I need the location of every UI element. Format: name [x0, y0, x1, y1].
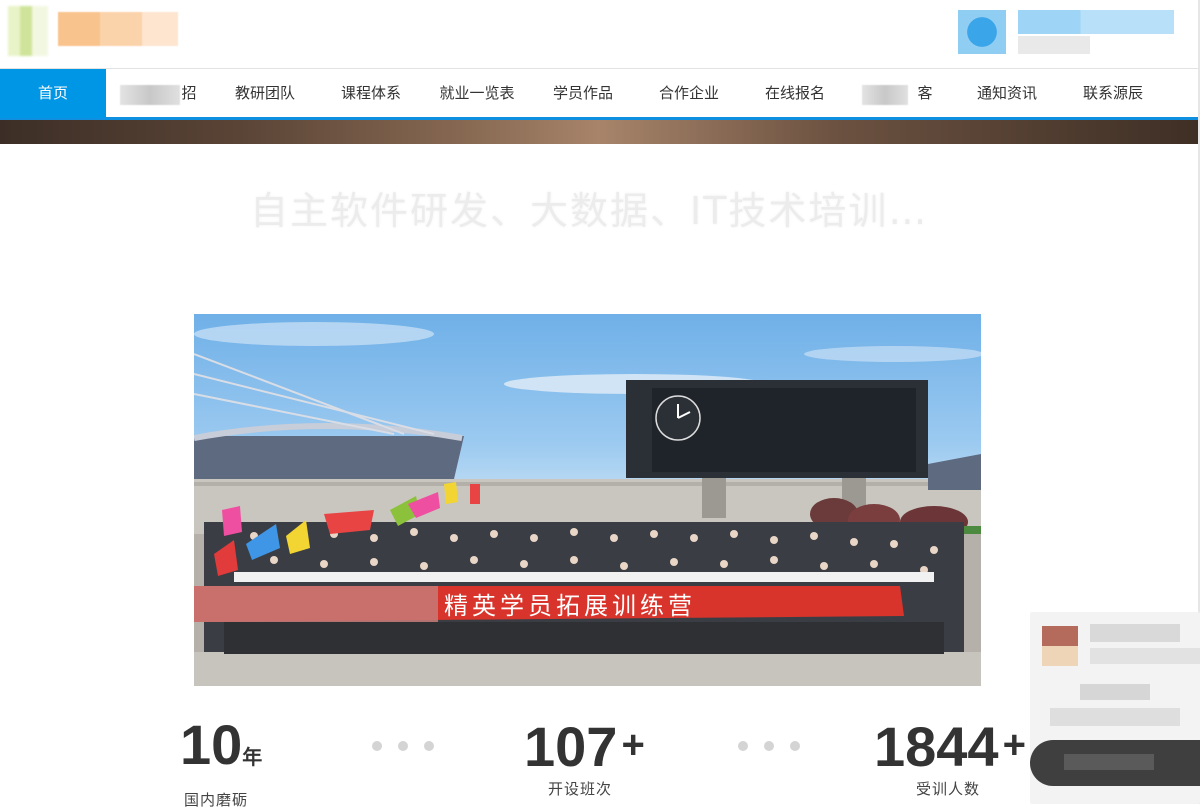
- divider-dot: [738, 741, 748, 751]
- hero-banner-strip: [0, 120, 1198, 144]
- banner-slogan: 精英学员拓展训练营: [444, 592, 696, 620]
- nav-item-contact[interactable]: 联系源辰: [1060, 69, 1166, 118]
- stat-classes-label: 开设班次: [548, 780, 613, 798]
- stat-years-label: 国内磨砺: [184, 791, 249, 809]
- main-nav: 首页 招 教研团队 课程体系 就业一览表 学员作品 合作企业 在线报名 客 通知…: [0, 68, 1198, 120]
- section-heading: 自主软件研发、大数据、IT技术培训…: [250, 189, 929, 233]
- stat-years-value: 10: [180, 713, 243, 776]
- avatar: [1042, 626, 1078, 666]
- stat-divider-dots: [738, 736, 816, 751]
- stat-years-unit: 年: [242, 747, 263, 769]
- divider-dot: [790, 741, 800, 751]
- nav-item-student-works[interactable]: 学员作品: [530, 69, 636, 118]
- divider-dot: [424, 741, 434, 751]
- nav-item-news[interactable]: 通知资讯: [954, 69, 1060, 118]
- online-service-widget[interactable]: [1030, 612, 1200, 804]
- stat-divider-dots: [372, 736, 450, 751]
- nav-item-blog[interactable]: 客: [848, 69, 954, 118]
- logo-icon[interactable]: [8, 6, 48, 56]
- nav-item-home[interactable]: 首页: [0, 69, 106, 118]
- consult-button[interactable]: [1030, 740, 1200, 786]
- divider-dot: [764, 741, 774, 751]
- stat-trainees: 1844 + 受训人数: [874, 714, 1034, 799]
- nav-item-online-signup[interactable]: 在线报名: [742, 69, 848, 118]
- obscured-text: [862, 85, 908, 105]
- stat-trainees-unit: +: [1002, 723, 1026, 767]
- obscured-text: [120, 85, 180, 105]
- obscured-text: [1090, 648, 1200, 664]
- site-header: [0, 0, 1200, 68]
- stat-classes-unit: +: [621, 723, 645, 767]
- stat-years: 10年 国内磨砺: [180, 713, 270, 810]
- divider-dot: [398, 741, 408, 751]
- stat-classes-value: 107: [524, 715, 618, 778]
- logo-wordmark[interactable]: [58, 12, 178, 46]
- photo-scene: 精英学员拓展训练营: [194, 322, 981, 686]
- nav-item-admissions[interactable]: 招: [106, 69, 212, 118]
- hotline-number: [1018, 10, 1174, 34]
- obscured-text: [1064, 754, 1154, 770]
- group-photo: 精英学员拓展训练营: [194, 314, 981, 686]
- nav-item-partners[interactable]: 合作企业: [636, 69, 742, 118]
- obscured-text: [1090, 624, 1180, 642]
- obscured-text: [1050, 708, 1180, 726]
- stat-trainees-value: 1844: [874, 715, 999, 778]
- stat-trainees-label: 受训人数: [916, 780, 981, 798]
- hotline-caption: [1018, 36, 1090, 54]
- nav-item-curriculum[interactable]: 课程体系: [318, 69, 424, 118]
- nav-item-teaching-team[interactable]: 教研团队: [212, 69, 318, 118]
- stat-classes: 107 + 开设班次: [524, 714, 654, 799]
- phone-icon: [958, 10, 1006, 54]
- nav-item-employment[interactable]: 就业一览表: [424, 69, 530, 118]
- obscured-text: [1080, 684, 1150, 700]
- divider-dot: [372, 741, 382, 751]
